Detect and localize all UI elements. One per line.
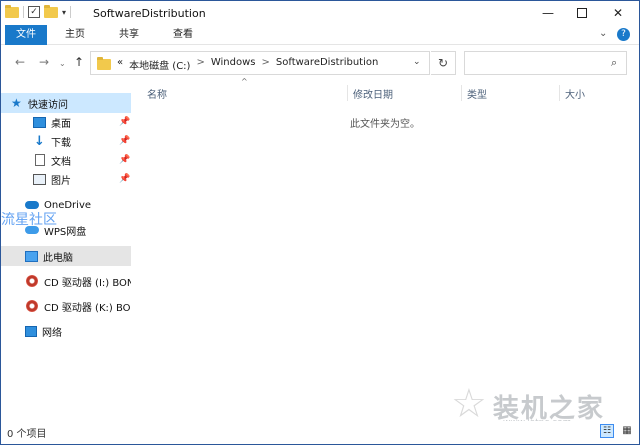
toolbar-divider (70, 6, 72, 18)
nav-item-label: CD 驱动器 (I:) BONJ (44, 277, 131, 289)
folder-icon (97, 57, 111, 70)
help-icon[interactable]: ? (617, 28, 630, 41)
customize-toolbar-icon[interactable]: ▾ (62, 8, 66, 17)
download-icon: ↓ (34, 133, 45, 149)
column-divider[interactable] (347, 85, 348, 101)
search-icon: ⌕ (611, 56, 618, 69)
network-icon (25, 325, 37, 337)
title-bar: ✓ ▾ SoftwareDistribution — ✕ (1, 1, 639, 25)
nav-item-this-pc[interactable]: 此电脑 (1, 246, 131, 266)
tab-view[interactable]: 查看 (165, 25, 201, 45)
nav-item-documents[interactable]: 文档 📌 (1, 150, 131, 170)
pictures-icon (33, 173, 46, 185)
breadcrumb-overflow[interactable]: « (117, 57, 123, 72)
up-button[interactable]: ↑ (74, 55, 84, 69)
column-header: 名称 修改日期 类型 大小 (141, 85, 627, 101)
nav-item-label: CD 驱动器 (K:) BON (44, 302, 131, 314)
address-bar[interactable]: « 本地磁盘 (C:) > Windows > SoftwareDistribu… (90, 51, 430, 75)
breadcrumb-separator[interactable]: > (262, 57, 270, 72)
nav-item-quick-access[interactable]: ★ 快速访问 (1, 93, 131, 113)
tab-share[interactable]: 共享 (111, 25, 147, 45)
column-name[interactable]: 名称 (147, 86, 167, 101)
refresh-button[interactable]: ↻ (431, 51, 456, 75)
nav-item-label: 下载 (51, 137, 71, 149)
new-folder-icon[interactable] (44, 4, 58, 18)
column-date-modified[interactable]: 修改日期 (353, 86, 393, 101)
maximize-icon (577, 8, 587, 18)
nav-item-cd-i[interactable]: CD 驱动器 (I:) BONJ (1, 271, 131, 291)
maximize-button[interactable] (565, 1, 599, 25)
column-divider[interactable] (461, 85, 462, 101)
details-view-button[interactable]: ☷ (600, 424, 614, 438)
address-dropdown-icon[interactable]: ⌄ (413, 57, 421, 67)
tab-file[interactable]: 文件 (5, 25, 47, 45)
computer-icon (25, 250, 38, 262)
window-title: SoftwareDistribution (93, 7, 206, 20)
toolbar-divider (23, 6, 24, 18)
tab-home[interactable]: 主页 (57, 25, 93, 45)
column-type[interactable]: 类型 (467, 86, 487, 101)
nav-item-label: 桌面 (51, 118, 71, 130)
nav-item-label: 网络 (42, 327, 62, 339)
star-logo-icon: ☆ (451, 381, 487, 427)
nav-item-network[interactable]: 网络 (1, 321, 131, 341)
properties-icon[interactable]: ✓ (28, 6, 40, 18)
navigation-pane: ★ 快速访问 桌面 📌 ↓ 下载 📌 文档 📌 图片 📌 OneDrive WP… (1, 85, 131, 421)
column-divider[interactable] (559, 85, 560, 101)
status-bar: 0 个项目 ☷ ▦ (1, 421, 639, 444)
nav-item-cd-k[interactable]: CD 驱动器 (K:) BON (1, 296, 131, 316)
nav-item-label: 此电脑 (43, 252, 73, 264)
nav-item-label: 快速访问 (28, 99, 68, 111)
pin-icon[interactable]: 📌 (119, 117, 130, 127)
breadcrumb-item-windows[interactable]: Windows (211, 57, 256, 72)
expand-ribbon-icon[interactable]: ⌄ (599, 28, 607, 39)
column-size[interactable]: 大小 (565, 86, 585, 101)
nav-item-pictures[interactable]: 图片 📌 (1, 169, 131, 189)
recent-locations-button[interactable]: ⌄ (59, 59, 66, 68)
forward-button[interactable]: → (39, 55, 49, 69)
cd-drive-icon (26, 300, 38, 312)
empty-folder-message: 此文件夹为空。 (350, 119, 420, 130)
quick-access-toolbar: ✓ ▾ (5, 4, 72, 18)
watermark-text: 流星社区 (1, 212, 57, 228)
explorer-window: ✓ ▾ SoftwareDistribution — ✕ 文件 主页 共享 查看… (0, 0, 640, 445)
breadcrumb-separator[interactable]: > (196, 57, 204, 72)
document-icon (35, 154, 45, 166)
cd-drive-icon (26, 275, 38, 287)
minimize-button[interactable]: — (531, 1, 565, 25)
ribbon-tabs: 文件 主页 共享 查看 ⌄ ? (1, 25, 639, 45)
folder-icon (5, 4, 19, 18)
large-icons-view-button[interactable]: ▦ (620, 424, 634, 438)
nav-item-desktop[interactable]: 桌面 📌 (1, 112, 131, 132)
item-count: 0 个项目 (7, 429, 47, 440)
pin-icon[interactable]: 📌 (119, 136, 130, 146)
back-button[interactable]: ← (15, 55, 25, 69)
breadcrumb-item-local-disk[interactable]: 本地磁盘 (C:) (129, 57, 190, 72)
nav-item-downloads[interactable]: ↓ 下载 📌 (1, 131, 131, 151)
breadcrumb-item-softwaredistribution[interactable]: SoftwareDistribution (276, 57, 378, 72)
pin-icon[interactable]: 📌 (119, 174, 130, 184)
nav-item-label: 文档 (51, 156, 71, 168)
pin-icon[interactable]: 📌 (119, 155, 130, 165)
watermark-logo: ☆ 装机之家 www.lotpc.com (451, 381, 605, 428)
nav-item-label: 图片 (51, 175, 71, 187)
search-input[interactable]: ⌕ (464, 51, 627, 75)
star-icon: ★ (11, 96, 22, 110)
desktop-icon (33, 116, 46, 128)
close-button[interactable]: ✕ (601, 1, 635, 25)
onedrive-icon (25, 201, 39, 209)
breadcrumb: « 本地磁盘 (C:) > Windows > SoftwareDistribu… (117, 57, 378, 72)
